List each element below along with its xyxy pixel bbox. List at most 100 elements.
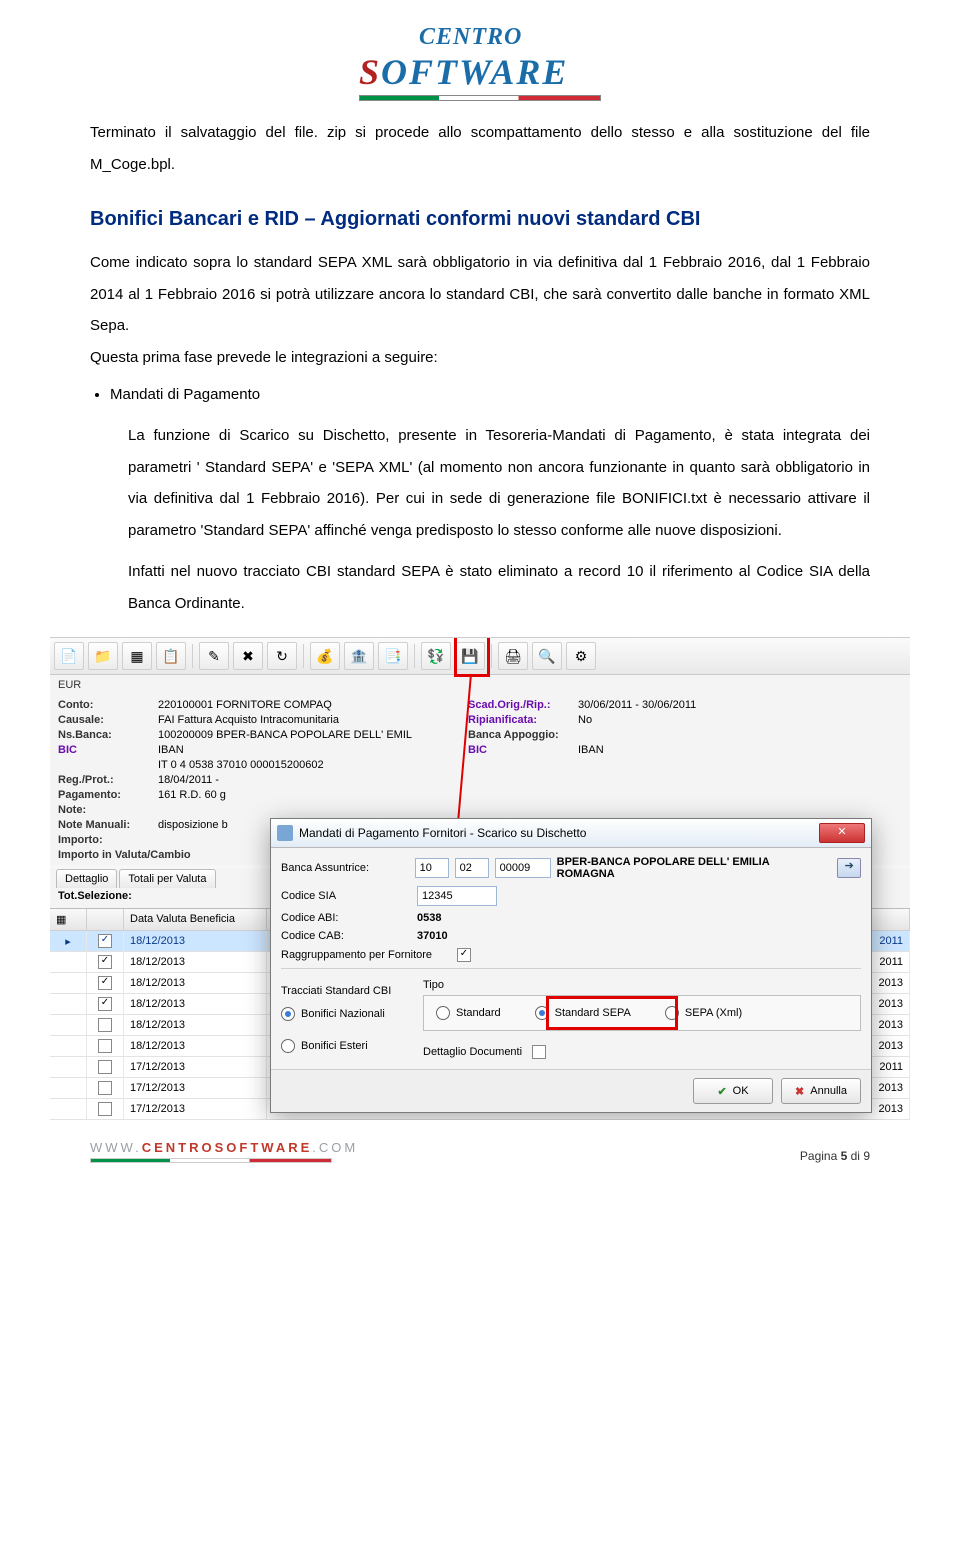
val-note xyxy=(158,804,468,816)
val-causale: FAI Fattura Acquisto Intracomunitaria xyxy=(158,714,468,726)
row-checkbox[interactable] xyxy=(87,1057,124,1077)
cancel-button[interactable]: ✖ Annulla xyxy=(781,1078,861,1104)
logo-flag-stripe xyxy=(359,95,601,101)
grid-icon[interactable]: ▦ xyxy=(122,642,152,670)
ok-button[interactable]: ✔ OK xyxy=(693,1078,773,1104)
grid-head-sel[interactable]: ▦ xyxy=(50,909,87,930)
radio-standard-sepa[interactable]: Standard SEPA xyxy=(535,1006,631,1020)
row-handle[interactable] xyxy=(50,1057,87,1077)
currency-label: EUR xyxy=(50,675,910,695)
row-date: 18/12/2013 xyxy=(124,931,267,951)
input-banca-3[interactable] xyxy=(495,858,551,878)
go-icon[interactable]: ➔ xyxy=(837,858,861,878)
lbl-tipo: Tipo xyxy=(423,979,861,991)
tab-totali[interactable]: Totali per Valuta xyxy=(119,869,215,888)
val-ripianificata: No xyxy=(578,714,778,726)
edit-icon[interactable]: ✎ xyxy=(199,642,229,670)
lbl-iban2: IBAN xyxy=(578,744,778,756)
radio-icon xyxy=(436,1006,450,1020)
lbl-bic: BIC xyxy=(58,744,158,756)
toolbar-separator xyxy=(303,644,304,668)
radio-bonifici-nazionali[interactable]: Bonifici Nazionali xyxy=(281,1007,411,1021)
row-handle[interactable]: ▸ xyxy=(50,931,87,951)
toolbar: 📄 📁 ▦ 📋 ✎ ✖ ↻ 💰 🏦 📑 💱 💾 🖨 🔍 ⚙ xyxy=(50,638,910,675)
lbl-codice-cab: Codice CAB: xyxy=(281,930,411,942)
row-checkbox[interactable] xyxy=(87,1099,124,1119)
val-bancaapp xyxy=(578,729,778,741)
radio-bonifici-esteri[interactable]: Bonifici Esteri xyxy=(281,1039,411,1053)
footer-url-tld: .COM xyxy=(312,1140,358,1155)
val-nsbanca: 100200009 BPER-BANCA POPOLARE DELL' EMIL xyxy=(158,729,468,741)
lbl-iban: IBAN xyxy=(158,744,468,756)
close-icon[interactable]: ✕ xyxy=(819,823,865,843)
spacer xyxy=(468,789,578,801)
row-checkbox[interactable]: ✓ xyxy=(87,952,124,972)
delete-icon[interactable]: ✖ xyxy=(233,642,263,670)
check-icon: ✔ xyxy=(717,1085,726,1098)
open-icon[interactable]: 📁 xyxy=(88,642,118,670)
spacer xyxy=(578,774,778,786)
dialog-title-text: Mandati di Pagamento Fornitori - Scarico… xyxy=(299,826,586,840)
val-codice-cab: 37010 xyxy=(417,930,448,942)
row-checkbox[interactable]: ✓ xyxy=(87,994,124,1014)
grid-head-date[interactable]: Data Valuta Beneficia xyxy=(124,909,267,930)
row-handle[interactable] xyxy=(50,1015,87,1035)
radio-sepa-xml[interactable]: SEPA (Xml) xyxy=(665,1006,742,1020)
spacer xyxy=(578,804,778,816)
export-icon[interactable]: 💱 xyxy=(421,642,451,670)
radio-icon xyxy=(281,1039,295,1053)
val-conto: 220100001 FORNITORE COMPAQ xyxy=(158,699,468,711)
row-handle[interactable] xyxy=(50,1099,87,1119)
refresh-icon[interactable]: ↻ xyxy=(267,642,297,670)
logo-line1: CENTRO xyxy=(359,24,601,51)
save-icon[interactable]: 💾 xyxy=(455,642,485,670)
row-date: 17/12/2013 xyxy=(124,1099,267,1119)
grid-head-chk[interactable] xyxy=(87,909,124,930)
row-checkbox[interactable]: ✓ xyxy=(87,973,124,993)
print-icon[interactable]: 🖨 xyxy=(498,642,528,670)
lbl-importo: Importo: xyxy=(58,834,158,846)
row-checkbox[interactable]: ✓ xyxy=(87,931,124,951)
lbl-tracciati: Tracciati Standard CBI xyxy=(281,985,411,997)
lbl-dettaglio-doc: Dettaglio Documenti xyxy=(423,1046,522,1058)
tab-dettaglio[interactable]: Dettaglio xyxy=(56,869,117,888)
paragraph-2: Come indicato sopra lo standard SEPA XML… xyxy=(90,247,870,342)
input-banca-1[interactable] xyxy=(415,858,449,878)
row-handle[interactable] xyxy=(50,1036,87,1056)
row-handle[interactable] xyxy=(50,952,87,972)
val-codice-abi: 0538 xyxy=(417,912,441,924)
row-checkbox[interactable] xyxy=(87,1078,124,1098)
footer-url-www: WWW. xyxy=(90,1140,142,1155)
lbl-ripianificata: Ripianificata: xyxy=(468,714,578,726)
bullet-item: Mandati di Pagamento xyxy=(110,381,870,408)
lbl-note: Note: xyxy=(58,804,158,816)
input-banca-2[interactable] xyxy=(455,858,489,878)
doc-icon[interactable]: 📑 xyxy=(378,642,408,670)
bank-icon[interactable]: 🏦 xyxy=(344,642,374,670)
row-handle[interactable] xyxy=(50,1078,87,1098)
spacer xyxy=(468,804,578,816)
preview-icon[interactable]: 🔍 xyxy=(532,642,562,670)
input-codice-sia[interactable] xyxy=(417,886,497,906)
row-checkbox[interactable] xyxy=(87,1036,124,1056)
row-date: 18/12/2013 xyxy=(124,1036,267,1056)
footer-url-block: WWW.CENTROSOFTWARE.COM xyxy=(90,1140,358,1163)
row-checkbox[interactable] xyxy=(87,1015,124,1035)
money-icon[interactable]: 💰 xyxy=(310,642,340,670)
row-handle[interactable] xyxy=(50,994,87,1014)
dialog-scarico-dischetto: Mandati di Pagamento Fornitori - Scarico… xyxy=(270,818,872,1113)
radio-standard[interactable]: Standard xyxy=(436,1006,501,1020)
row-date: 18/12/2013 xyxy=(124,973,267,993)
settings-icon[interactable]: ⚙ xyxy=(566,642,596,670)
spacer xyxy=(578,789,778,801)
row-handle[interactable] xyxy=(50,973,87,993)
radio-icon xyxy=(281,1007,295,1021)
checkbox-raggruppamento[interactable]: ✓ xyxy=(457,948,471,962)
lbl-codice-abi: Codice ABI: xyxy=(281,912,411,924)
checkbox-dettaglio-doc[interactable] xyxy=(532,1045,546,1059)
row-date: 18/12/2013 xyxy=(124,994,267,1014)
props-icon[interactable]: 📋 xyxy=(156,642,186,670)
new-icon[interactable]: 📄 xyxy=(54,642,84,670)
toolbar-separator xyxy=(414,644,415,668)
lbl-regprot: Reg./Prot.: xyxy=(58,774,158,786)
